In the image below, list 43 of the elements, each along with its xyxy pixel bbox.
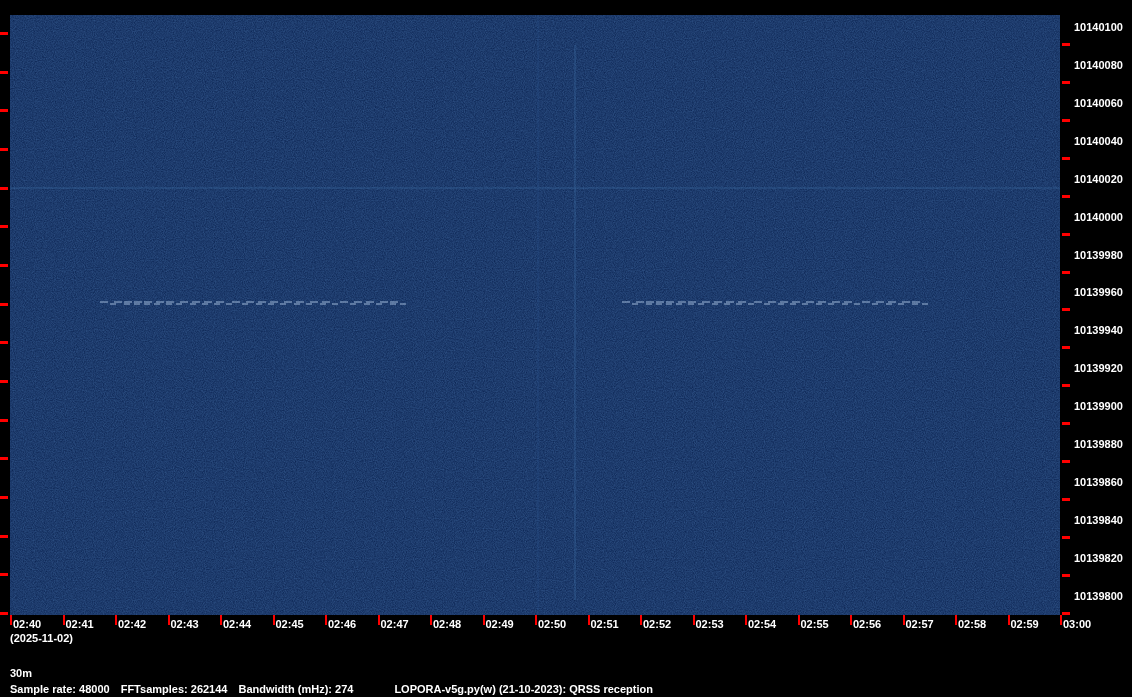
- time-label: 02:44: [223, 618, 252, 631]
- date-label: (2025-11-02): [9, 632, 74, 645]
- time-label: 02:43: [170, 618, 199, 631]
- time-label: 02:48: [433, 618, 462, 631]
- frequency-label: 10139940: [1074, 324, 1123, 338]
- time-label: 02:59: [1010, 618, 1039, 631]
- info-text: FFTsamples: 262144: [120, 683, 228, 696]
- time-label: 02:56: [853, 618, 882, 631]
- info-text: LOPORA-v5g.py(w) (21-10-2023): QRSS reception: [394, 683, 653, 696]
- time-label: 02:46: [328, 618, 357, 631]
- frequency-label: 10140040: [1074, 134, 1123, 148]
- time-label: 02:42: [118, 618, 147, 631]
- time-label: 02:57: [905, 618, 934, 631]
- frequency-label: 10139960: [1074, 286, 1123, 300]
- time-label: 02:40: [13, 618, 42, 631]
- time-label: 02:58: [958, 618, 987, 631]
- frequency-label: 10139820: [1074, 551, 1123, 565]
- band-label: 30m: [9, 667, 34, 680]
- frequency-label: 10139800: [1074, 589, 1123, 603]
- time-label: 02:50: [538, 618, 567, 631]
- info-text: Sample rate: 48000: [10, 683, 110, 696]
- time-label: 02:47: [380, 618, 409, 631]
- frequency-label: 10139920: [1074, 362, 1123, 376]
- frequency-label: 10139900: [1074, 400, 1123, 414]
- frequency-label: 10140020: [1074, 172, 1123, 186]
- frequency-label: 10140060: [1074, 96, 1123, 110]
- frequency-label: 10139840: [1074, 514, 1123, 527]
- info-text: Bandwidth (mHz): 274: [238, 683, 354, 696]
- frequency-label: 10139980: [1074, 248, 1123, 262]
- time-label: 02:51: [590, 618, 619, 631]
- time-label: 02:49: [485, 618, 514, 631]
- time-label: 02:52: [643, 618, 672, 631]
- time-label: 02:41: [65, 618, 94, 631]
- frequency-label: 10140080: [1074, 58, 1123, 72]
- time-label: 02:45: [275, 618, 304, 631]
- time-label: 03:00: [1063, 618, 1092, 631]
- frequency-label: 10139880: [1074, 438, 1123, 452]
- time-label: 02:54: [748, 618, 777, 631]
- frequency-label: 10139860: [1074, 476, 1123, 490]
- time-label: 02:53: [695, 618, 724, 631]
- frequency-label: 10140000: [1074, 210, 1123, 224]
- time-label: 02:55: [800, 618, 829, 631]
- frequency-label: 10140100: [1074, 21, 1123, 34]
